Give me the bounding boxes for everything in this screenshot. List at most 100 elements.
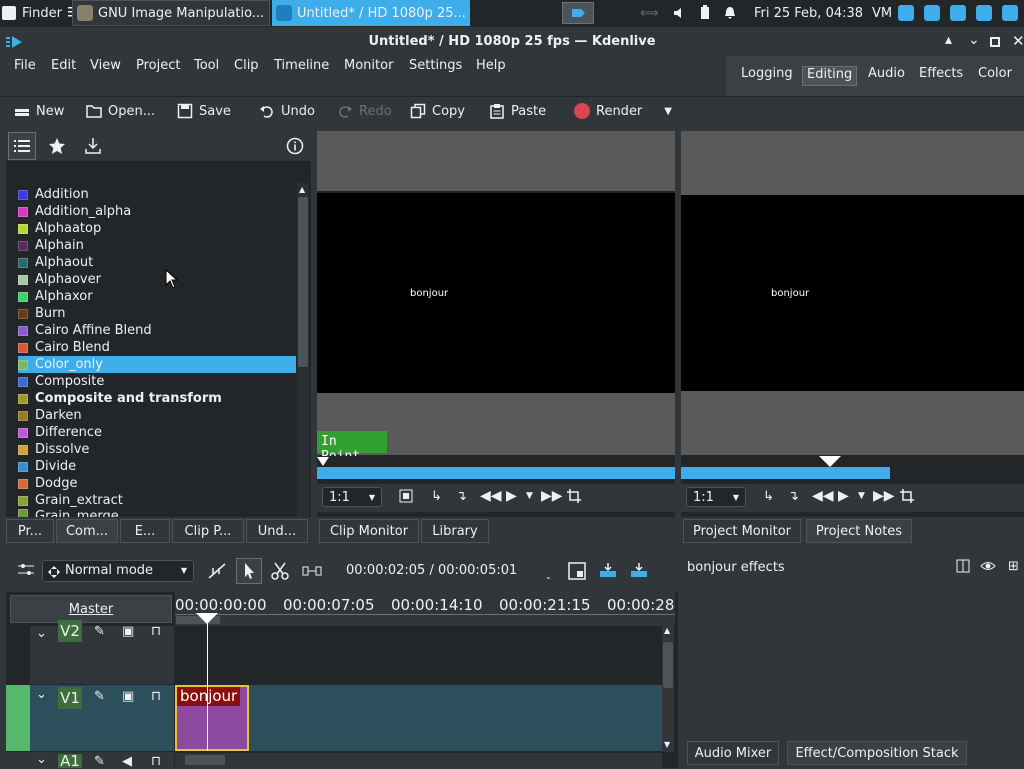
- menu-view[interactable]: View: [90, 58, 121, 73]
- lock-icon[interactable]: ⊓: [151, 689, 161, 704]
- vscroll-thumb[interactable]: [663, 642, 673, 688]
- timeline-ruler[interactable]: 00:00:00:00 00:00:07:05 00:00:14:10 00:0…: [175, 592, 675, 626]
- forward-icon[interactable]: ▶▶: [873, 488, 895, 504]
- transition-item[interactable]: Burn: [18, 305, 296, 322]
- transition-item[interactable]: Dissolve: [18, 441, 296, 458]
- transition-item[interactable]: Difference: [18, 424, 296, 441]
- track-label-v2[interactable]: V2: [58, 620, 82, 642]
- menu-edit[interactable]: Edit: [51, 58, 76, 73]
- notification-icon[interactable]: [723, 0, 737, 26]
- paste-button[interactable]: Paste: [489, 100, 546, 122]
- rewind-icon[interactable]: ◀◀: [812, 488, 834, 504]
- window-titlebar[interactable]: Untitled* / HD 1080p 25 fps — Kdenlive ▴…: [0, 27, 1024, 56]
- taskbar-gimp[interactable]: GNU Image Manipulatio...: [72, 0, 270, 26]
- info-icon[interactable]: [286, 137, 304, 159]
- transition-item[interactable]: Darken: [18, 407, 296, 424]
- layout-audio[interactable]: Audio: [864, 66, 909, 86]
- menu-timeline[interactable]: Timeline: [274, 58, 329, 73]
- split-audio-icon[interactable]: [568, 562, 586, 584]
- effect-icon[interactable]: ✎: [94, 754, 105, 769]
- track-lane-v2[interactable]: [175, 626, 662, 684]
- track-target-v2[interactable]: [6, 626, 30, 684]
- menu-file[interactable]: File: [14, 58, 36, 73]
- set-out-icon[interactable]: ↴: [788, 489, 799, 504]
- render-dropdown-icon[interactable]: ▼: [664, 106, 672, 117]
- tab-project-bin[interactable]: Pr...: [6, 519, 54, 543]
- insert-icon[interactable]: [598, 563, 618, 583]
- transition-item[interactable]: Cairo Blend: [18, 339, 296, 356]
- redo-button[interactable]: Redo: [337, 100, 392, 122]
- selection-tool-button[interactable]: [236, 558, 262, 584]
- scroll-up-icon[interactable]: ▲: [664, 626, 670, 635]
- expand-chevron-icon[interactable]: ⌄: [36, 752, 47, 767]
- transition-item[interactable]: Composite and transform: [18, 390, 296, 407]
- rewind-icon[interactable]: ◀◀: [480, 488, 502, 504]
- tray-gear-icon-2[interactable]: [924, 5, 940, 21]
- tab-clip-monitor[interactable]: Clip Monitor: [319, 519, 419, 543]
- menu-help[interactable]: Help: [476, 58, 506, 73]
- tray-gear-icon-5[interactable]: [1002, 5, 1018, 21]
- layout-logging[interactable]: Logging: [737, 66, 797, 86]
- tab-clip-properties[interactable]: Clip P...: [172, 519, 244, 543]
- more-options-icon[interactable]: ⊞: [1008, 559, 1019, 574]
- desktop-pager[interactable]: [562, 2, 594, 24]
- menu-tool[interactable]: Tool: [194, 58, 219, 73]
- network-icon[interactable]: ⟺: [640, 0, 659, 26]
- play-dropdown-icon[interactable]: ▼: [858, 491, 865, 501]
- layout-color[interactable]: Color: [974, 66, 1016, 86]
- menu-monitor[interactable]: Monitor: [344, 58, 393, 73]
- transition-item[interactable]: Grain_extract: [18, 492, 296, 509]
- transition-item[interactable]: Addition: [18, 186, 296, 203]
- lock-icon[interactable]: ⊓: [151, 624, 161, 639]
- track-target-v1[interactable]: [6, 685, 30, 751]
- tab-effects[interactable]: E...: [120, 519, 170, 543]
- crop-icon[interactable]: [900, 489, 914, 507]
- tray-gear-icon-3[interactable]: [950, 5, 966, 21]
- forward-icon[interactable]: ▶▶: [541, 488, 563, 504]
- film-icon[interactable]: ▣: [122, 689, 134, 704]
- transitions-scrollbar[interactable]: ▲: [297, 183, 309, 517]
- transition-item[interactable]: Alphaout: [18, 254, 296, 271]
- timecode-display[interactable]: 00:00:02:05 / 00:00:05:01: [346, 563, 517, 578]
- download-icon[interactable]: [84, 137, 102, 159]
- project-zoom-select[interactable]: 1:1 ▼: [686, 487, 746, 507]
- battery-icon[interactable]: [699, 0, 711, 26]
- undo-button[interactable]: Undo: [259, 100, 315, 122]
- spacer-icon[interactable]: [302, 563, 322, 583]
- transition-item[interactable]: Grain_merge: [18, 509, 296, 517]
- transition-item-selected[interactable]: Color_only: [18, 356, 296, 373]
- transition-item[interactable]: Addition_alpha: [18, 203, 296, 220]
- tray-gear-icon-1[interactable]: [898, 5, 914, 21]
- tab-compositions[interactable]: Com...: [56, 519, 118, 543]
- transition-item[interactable]: Composite: [18, 373, 296, 390]
- menu-clip[interactable]: Clip: [234, 58, 259, 73]
- overwrite-icon[interactable]: [629, 563, 649, 583]
- layout-editing[interactable]: Editing: [802, 66, 858, 86]
- speaker-icon[interactable]: ◀: [122, 754, 132, 769]
- transition-item[interactable]: Divide: [18, 458, 296, 475]
- clock[interactable]: Fri 25 Feb, 04:38: [754, 0, 863, 26]
- clip-zoom-select[interactable]: 1:1 ▼: [322, 487, 382, 507]
- play-icon[interactable]: ▶: [506, 488, 517, 504]
- volume-icon[interactable]: [672, 0, 686, 26]
- video-frame[interactable]: [681, 195, 1024, 391]
- compare-icon[interactable]: [956, 559, 970, 577]
- copy-button[interactable]: Copy: [410, 100, 465, 122]
- layout-effects[interactable]: Effects: [915, 66, 967, 86]
- keep-above-icon[interactable]: ▴: [945, 32, 952, 48]
- close-icon[interactable]: ✕: [1012, 32, 1024, 50]
- tab-audio-mixer[interactable]: Audio Mixer: [687, 741, 779, 765]
- edit-mode-select[interactable]: Normal mode ▼: [42, 560, 194, 582]
- finder-launcher[interactable]: Finder: [2, 0, 62, 26]
- effect-icon[interactable]: ✎: [94, 689, 105, 704]
- playhead-marker-icon[interactable]: [819, 456, 841, 472]
- tray-icons[interactable]: [898, 0, 1018, 26]
- film-icon[interactable]: ▣: [122, 624, 134, 639]
- open-button[interactable]: Open...: [86, 100, 155, 122]
- effect-icon[interactable]: ✎: [94, 624, 105, 639]
- transition-item[interactable]: Cairo Affine Blend: [18, 322, 296, 339]
- tab-effect-composition-stack[interactable]: Effect/Composition Stack: [787, 741, 967, 765]
- maximize-icon[interactable]: [990, 37, 1000, 47]
- tab-project-notes[interactable]: Project Notes: [806, 519, 912, 543]
- taskbar-kdenlive[interactable]: Untitled* / HD 1080p 25...: [272, 0, 470, 26]
